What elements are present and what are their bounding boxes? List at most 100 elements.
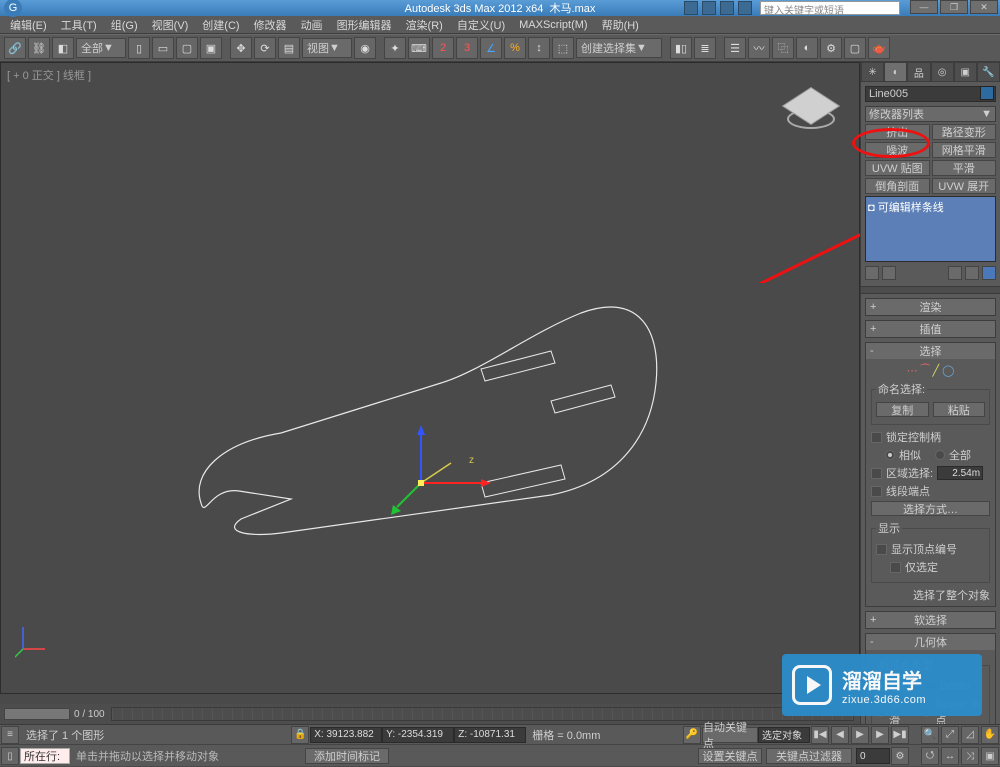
object-name-field[interactable]: Line005	[865, 86, 996, 102]
mirror-icon[interactable]: ▮▯	[670, 37, 692, 59]
maximize-button[interactable]: ❐	[940, 0, 968, 14]
stack-entry-editable-spline[interactable]: ◘ 可编辑样条线	[868, 199, 993, 215]
isolate-icon[interactable]: ▯	[1, 747, 19, 765]
tab-display[interactable]: ▣	[954, 62, 977, 82]
pan-icon[interactable]: ✋	[981, 726, 999, 744]
extrude-button[interactable]: 挤出	[865, 124, 930, 140]
menu-customize[interactable]: 自定义(U)	[451, 17, 511, 33]
uvw-map-button[interactable]: UVW 贴图	[865, 160, 930, 176]
rollout-render[interactable]: +渲染	[865, 298, 996, 316]
set-key-button[interactable]: 设置关键点	[698, 748, 762, 764]
link-icon[interactable]: 🔗	[4, 37, 26, 59]
align-icon[interactable]: ≣	[694, 37, 716, 59]
modifier-list-dropdown[interactable]: 修改器列表▼	[865, 106, 996, 122]
zoom-icon[interactable]: 🔍	[921, 726, 939, 744]
noise-button[interactable]: 噪波	[865, 142, 930, 158]
menu-view[interactable]: 视图(V)	[146, 17, 195, 33]
orbit-icon[interactable]: ⭯	[921, 747, 939, 765]
rotate-icon[interactable]: ⟳	[254, 37, 276, 59]
selection-filter-dropdown[interactable]: 全部▼	[76, 38, 126, 58]
key-target-dropdown[interactable]: 选定对象	[758, 727, 810, 743]
menu-maxscript[interactable]: MAXScript(M)	[513, 19, 593, 31]
named-sel-set-dropdown[interactable]: 创建选择集▼	[576, 38, 662, 58]
area-select-spinner[interactable]: 2.54m	[937, 466, 983, 480]
snap-2-icon[interactable]: 2	[432, 37, 454, 59]
time-config-icon[interactable]: ⚙	[891, 747, 909, 765]
alike-radio[interactable]	[885, 450, 895, 460]
bind-icon[interactable]: ◧	[52, 37, 74, 59]
goto-start-icon[interactable]: ▮◀	[811, 726, 829, 744]
select-rect-icon[interactable]: ▢	[176, 37, 198, 59]
configure-sets-icon[interactable]	[982, 266, 996, 280]
close-button[interactable]: ✕	[970, 0, 998, 14]
viewcube[interactable]	[783, 83, 839, 139]
maxscript-mini-listener-icon[interactable]: ≡	[1, 726, 19, 744]
walk-icon[interactable]: ⤨	[961, 747, 979, 765]
menu-render[interactable]: 渲染(R)	[400, 17, 449, 33]
render-setup-icon[interactable]: ⚙	[820, 37, 842, 59]
menu-create[interactable]: 创建(C)	[196, 17, 245, 33]
show-end-result-icon[interactable]	[882, 266, 896, 280]
schematic-icon[interactable]: ⿻	[772, 37, 794, 59]
modifier-stack-list[interactable]: ◘ 可编辑样条线	[865, 196, 996, 262]
key-mode-icon[interactable]: 🔑	[683, 726, 701, 744]
menu-help[interactable]: 帮助(H)	[596, 17, 645, 33]
paste-selection-button[interactable]: 粘贴	[933, 402, 986, 417]
keyboard-shortcut-icon[interactable]: ⌨	[408, 37, 430, 59]
layers-icon[interactable]: ☰	[724, 37, 746, 59]
menu-grapheditor[interactable]: 图形编辑器	[331, 17, 398, 33]
tab-modify[interactable]: ◐	[884, 62, 907, 82]
viewport-label[interactable]: [ + 0 正交 ] 线框 ]	[7, 67, 91, 83]
minimize-button[interactable]: —	[910, 0, 938, 14]
prev-frame-icon[interactable]: ◀	[831, 726, 849, 744]
scale-icon[interactable]: ▤	[278, 37, 300, 59]
named-sel-icon[interactable]: ⬚	[552, 37, 574, 59]
maxscript-prompt[interactable]: 所在行:	[20, 748, 70, 764]
tab-create[interactable]: ✳	[861, 62, 884, 82]
show-vertex-num-checkbox[interactable]	[876, 544, 887, 555]
coord-z-field[interactable]: Z: -10871.31	[454, 727, 526, 743]
coord-y-field[interactable]: Y: -2354.319	[382, 727, 454, 743]
spinner-snap-icon[interactable]: ↕	[528, 37, 550, 59]
viewport[interactable]: [ + 0 正交 ] 线框 ] z	[0, 62, 860, 694]
next-frame-icon[interactable]: ▶	[871, 726, 889, 744]
bevel-profile-button[interactable]: 倒角剖面	[865, 178, 930, 194]
tab-hierarchy[interactable]: 品	[907, 62, 930, 82]
object-color-swatch[interactable]	[980, 86, 994, 100]
pin-stack-icon[interactable]	[865, 266, 879, 280]
fov-icon[interactable]: ◿	[961, 726, 979, 744]
render-frame-icon[interactable]: ▢	[844, 37, 866, 59]
help-search-input[interactable]: 键入关键字或短语	[760, 1, 900, 15]
only-selected-checkbox[interactable]	[890, 562, 901, 573]
rollout-interp[interactable]: +插值	[865, 320, 996, 338]
rollout-softsel[interactable]: +软选择	[865, 611, 996, 629]
window-crossing-icon[interactable]: ▣	[200, 37, 222, 59]
select-icon[interactable]: ▯	[128, 37, 150, 59]
remove-mod-icon[interactable]	[965, 266, 979, 280]
select-manip-icon[interactable]: ✦	[384, 37, 406, 59]
dolly-icon[interactable]: ↔	[941, 747, 959, 765]
add-time-tag-button[interactable]: 添加时间标记	[305, 748, 389, 764]
max-viewport-icon[interactable]: ▣	[981, 747, 999, 765]
pivot-icon[interactable]: ◉	[354, 37, 376, 59]
time-slider-handle[interactable]	[4, 708, 70, 720]
lock-handles-checkbox[interactable]	[871, 432, 882, 443]
unlink-icon[interactable]: ⛓	[28, 37, 50, 59]
key-filters-button[interactable]: 关键点过滤器	[766, 748, 852, 764]
seg-end-checkbox[interactable]	[871, 486, 882, 497]
select-by-button[interactable]: 选择方式…	[871, 501, 990, 516]
meshsmooth-button[interactable]: 网格平滑	[932, 142, 997, 158]
lock-selection-icon[interactable]: 🔒	[291, 726, 309, 744]
render-icon[interactable]: 🫖	[868, 37, 890, 59]
move-icon[interactable]: ✥	[230, 37, 252, 59]
path-deform-button[interactable]: 路径变形	[932, 124, 997, 140]
menu-group[interactable]: 组(G)	[105, 17, 144, 33]
stack-tool-icons[interactable]	[865, 264, 996, 282]
goto-end-icon[interactable]: ▶▮	[891, 726, 909, 744]
auto-key-button[interactable]: 自动关键点	[702, 727, 758, 743]
mat-editor-icon[interactable]: ◐	[796, 37, 818, 59]
menu-anim[interactable]: 动画	[295, 17, 329, 33]
menu-tools[interactable]: 工具(T)	[55, 17, 103, 33]
area-select-checkbox[interactable]	[871, 468, 882, 479]
play-icon[interactable]: ▶	[851, 726, 869, 744]
